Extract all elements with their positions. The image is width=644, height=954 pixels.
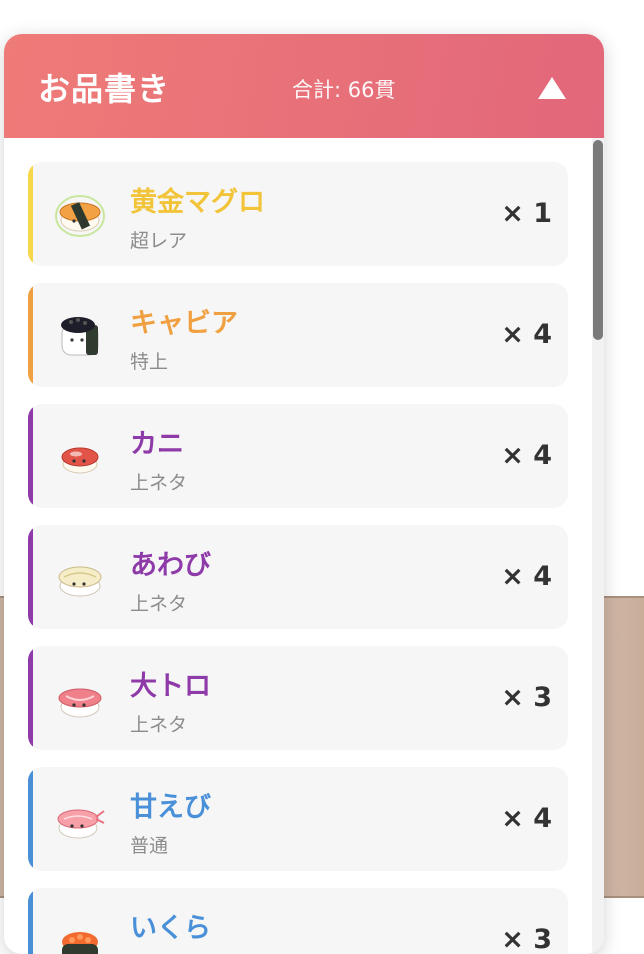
item-accent — [28, 646, 33, 750]
abalone-sushi-icon — [58, 566, 102, 597]
item-quantity: × 1 — [501, 198, 552, 229]
item-name: いくら — [130, 913, 211, 944]
item-accent — [28, 525, 33, 629]
item-name: カニ — [130, 429, 184, 460]
item-name: 黄金マグロ — [130, 187, 265, 218]
item-quantity: × 3 — [501, 924, 552, 954]
sushi-list[interactable]: 黄金マグロ 超レア × 1 キャビア 特上 × 4 カニ 上ネタ × 4 あわび… — [4, 138, 604, 954]
item-quantity: × 4 — [501, 561, 552, 592]
list-item[interactable]: あわび 上ネタ × 4 — [28, 525, 568, 629]
item-accent — [28, 283, 33, 387]
item-quantity: × 3 — [501, 682, 552, 713]
item-accent — [28, 767, 33, 871]
sweet-shrimp-sushi-icon — [57, 809, 105, 839]
item-grade: 超レア — [130, 230, 188, 252]
list-item[interactable]: キャビア 特上 × 4 — [28, 283, 568, 387]
item-name: 大トロ — [130, 671, 211, 702]
item-accent — [28, 888, 33, 954]
triangle-up-icon — [538, 77, 566, 99]
item-name: あわび — [130, 550, 211, 581]
item-quantity: × 4 — [501, 319, 552, 350]
menu-panel: お品書き 合計: 66貫 黄金マグロ 超レア × 1 キャビア 特上 × 4 カ… — [4, 34, 604, 954]
list-item[interactable]: いくら × 3 — [28, 888, 568, 954]
item-name: キャビア — [130, 308, 238, 339]
item-accent — [28, 404, 33, 508]
item-accent — [28, 162, 33, 266]
list-item[interactable]: 黄金マグロ 超レア × 1 — [28, 162, 568, 266]
item-grade: 特上 — [130, 351, 169, 373]
list-item[interactable]: カニ 上ネタ × 4 — [28, 404, 568, 508]
otoro-sushi-icon — [58, 688, 102, 718]
list-item[interactable]: 甘えび 普通 × 4 — [28, 767, 568, 871]
collapse-button[interactable] — [530, 70, 574, 106]
panel-header: お品書き 合計: 66貫 — [4, 34, 604, 138]
scrollbar-thumb[interactable] — [593, 140, 603, 340]
golden-tuna-sushi-icon — [55, 195, 105, 237]
item-grade: 上ネタ — [130, 472, 188, 494]
item-quantity: × 4 — [501, 803, 552, 834]
item-grade: 上ネタ — [130, 593, 188, 615]
item-quantity: × 4 — [501, 440, 552, 471]
item-grade: 普通 — [130, 835, 169, 857]
list-item[interactable]: 大トロ 上ネタ × 3 — [28, 646, 568, 750]
total-count: 合計: 66貫 — [292, 78, 396, 102]
crab-sushi-icon — [61, 447, 99, 474]
ikura-gunkan-icon — [62, 932, 98, 954]
caviar-gunkan-icon — [61, 317, 99, 356]
item-grade: 上ネタ — [130, 714, 188, 736]
panel-title: お品書き — [38, 70, 171, 108]
item-name: 甘えび — [130, 792, 211, 823]
